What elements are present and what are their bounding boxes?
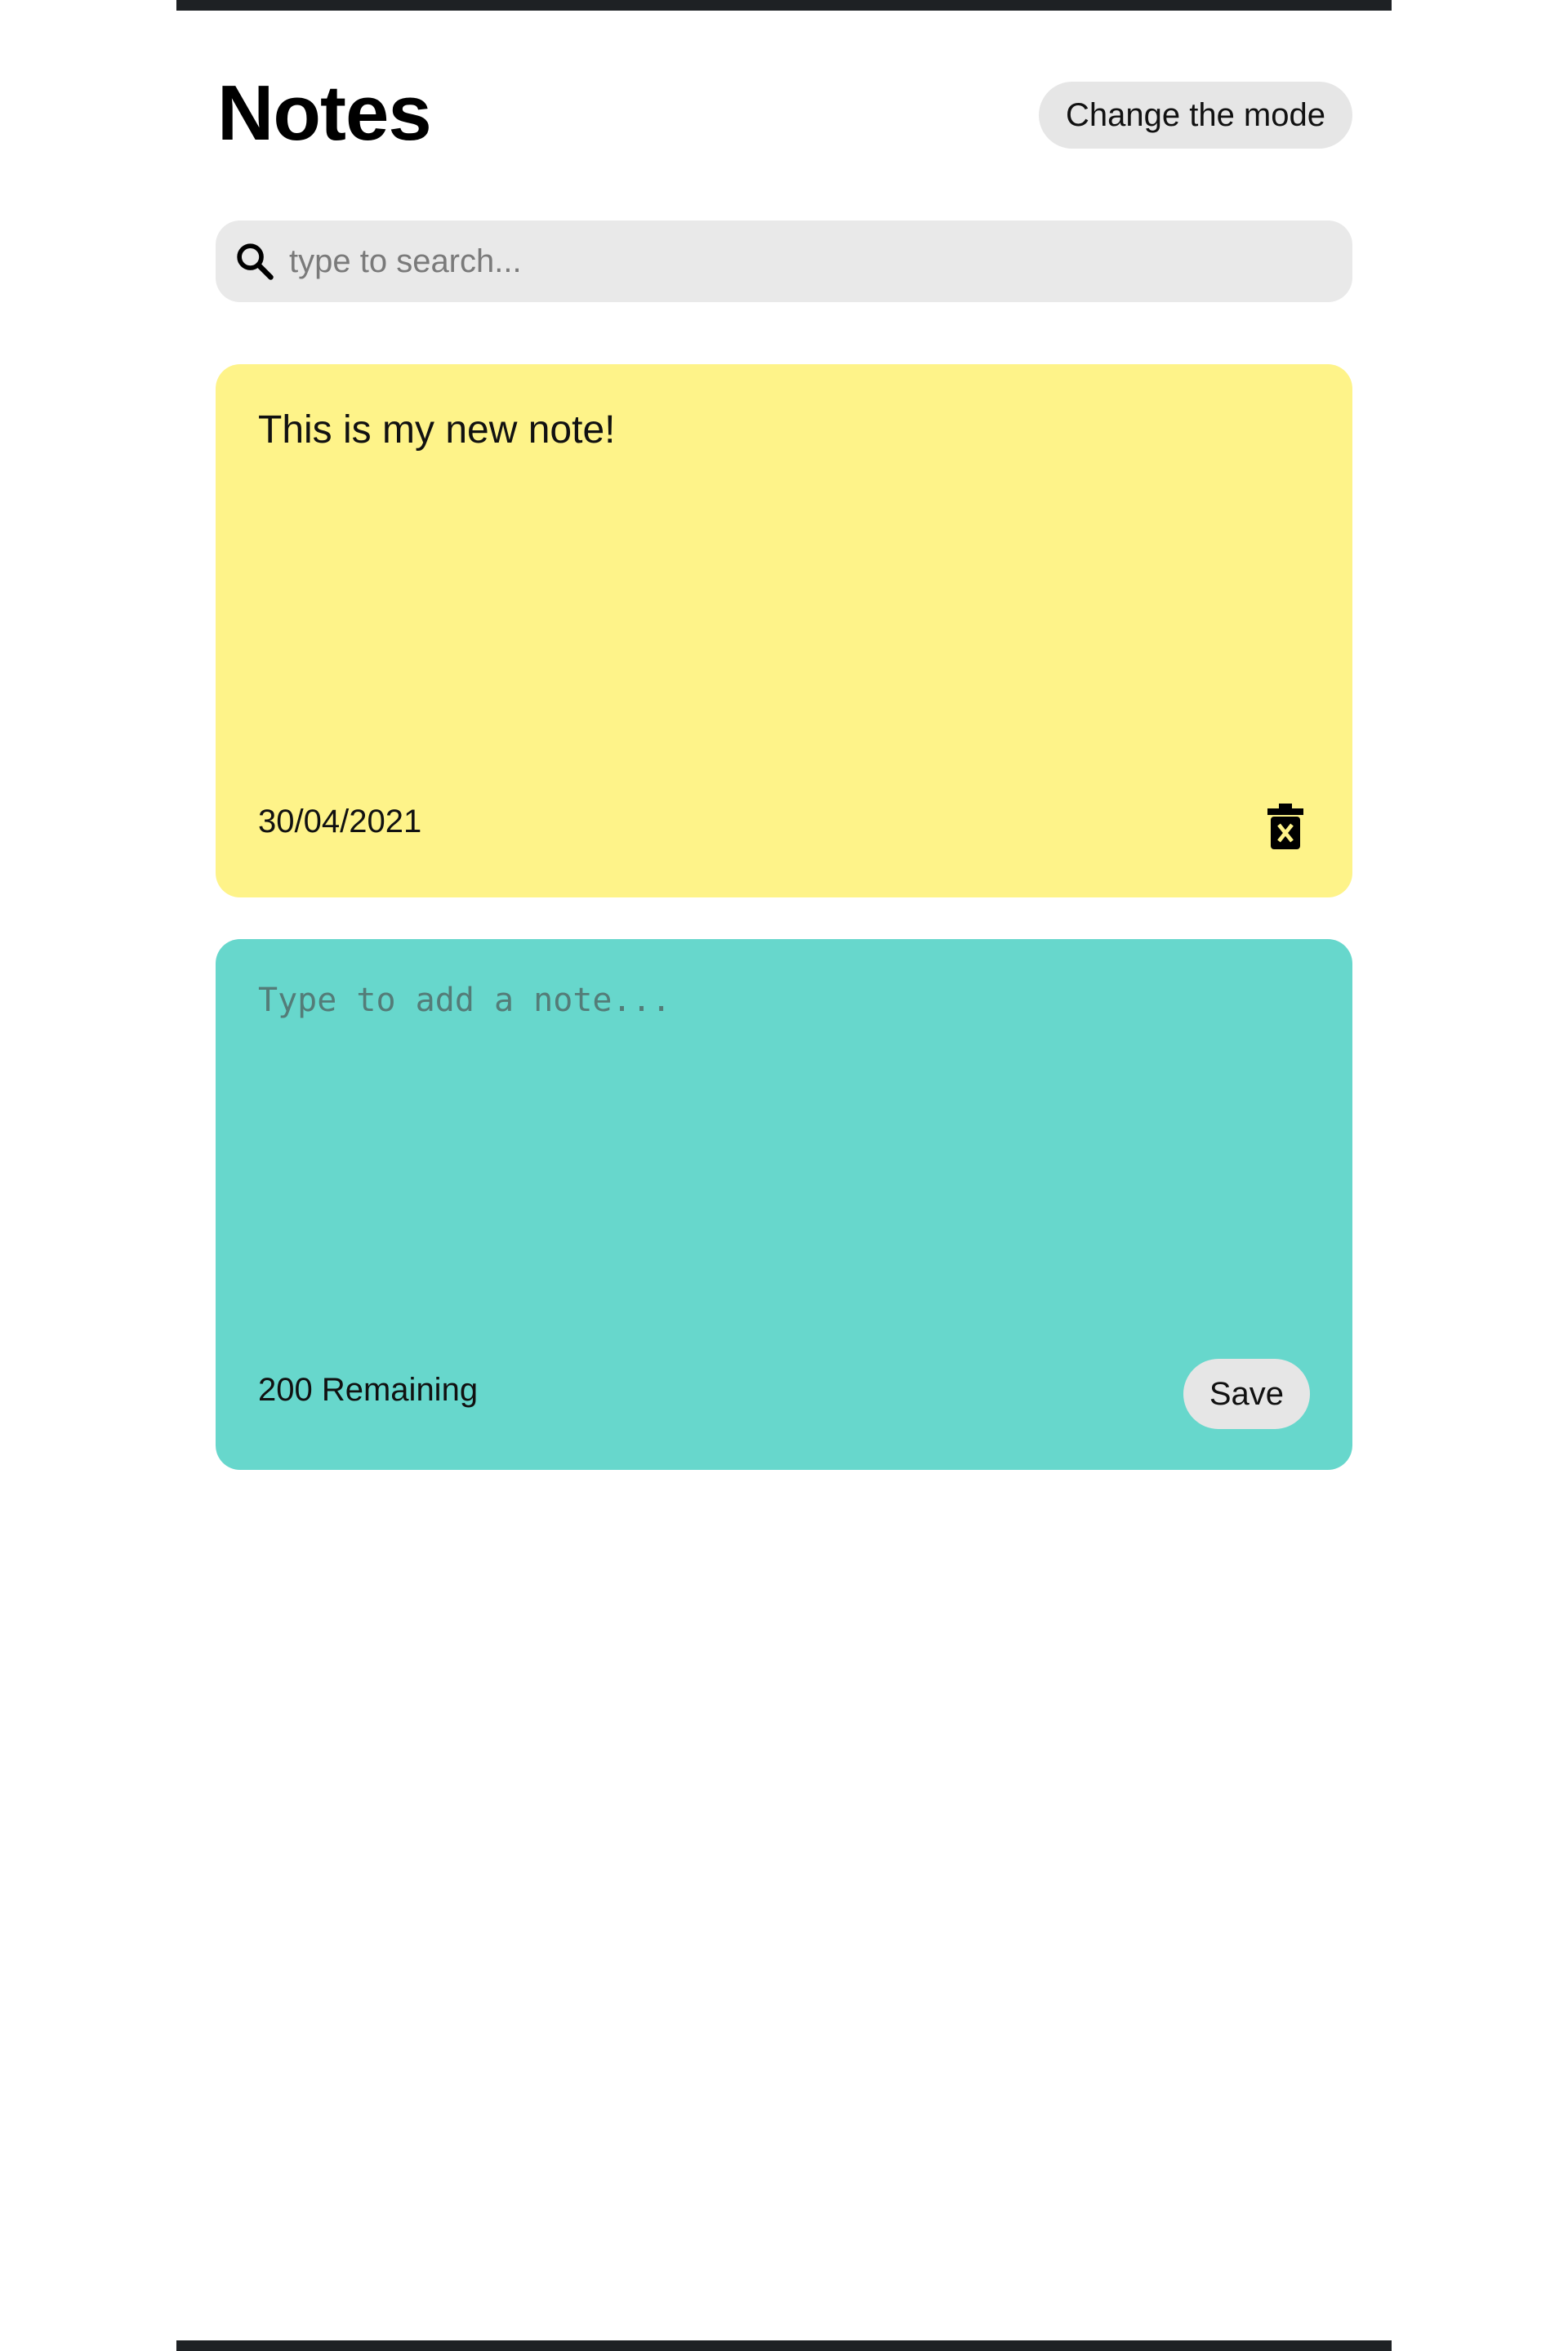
note-text: This is my new note! — [258, 408, 616, 452]
trash-icon[interactable] — [1267, 804, 1303, 849]
add-note-textarea[interactable] — [258, 982, 1312, 1341]
remaining-counter: 200 Remaining — [258, 1372, 479, 1408]
search-input[interactable] — [287, 220, 1352, 303]
note-date: 30/04/2021 — [258, 804, 422, 839]
bottom-frame-bar — [176, 2340, 1392, 2351]
header: Notes Change the mode — [216, 65, 1352, 163]
save-button[interactable]: Save — [1183, 1359, 1310, 1429]
top-frame-bar — [176, 0, 1392, 11]
page-title: Notes — [217, 69, 432, 157]
search-bar — [216, 220, 1352, 303]
note-card: This is my new note! 30/04/2021 — [216, 364, 1352, 897]
change-mode-button[interactable]: Change the mode — [1038, 82, 1352, 149]
add-note-card: 200 Remaining Save — [216, 939, 1352, 1470]
search-icon — [237, 243, 274, 280]
